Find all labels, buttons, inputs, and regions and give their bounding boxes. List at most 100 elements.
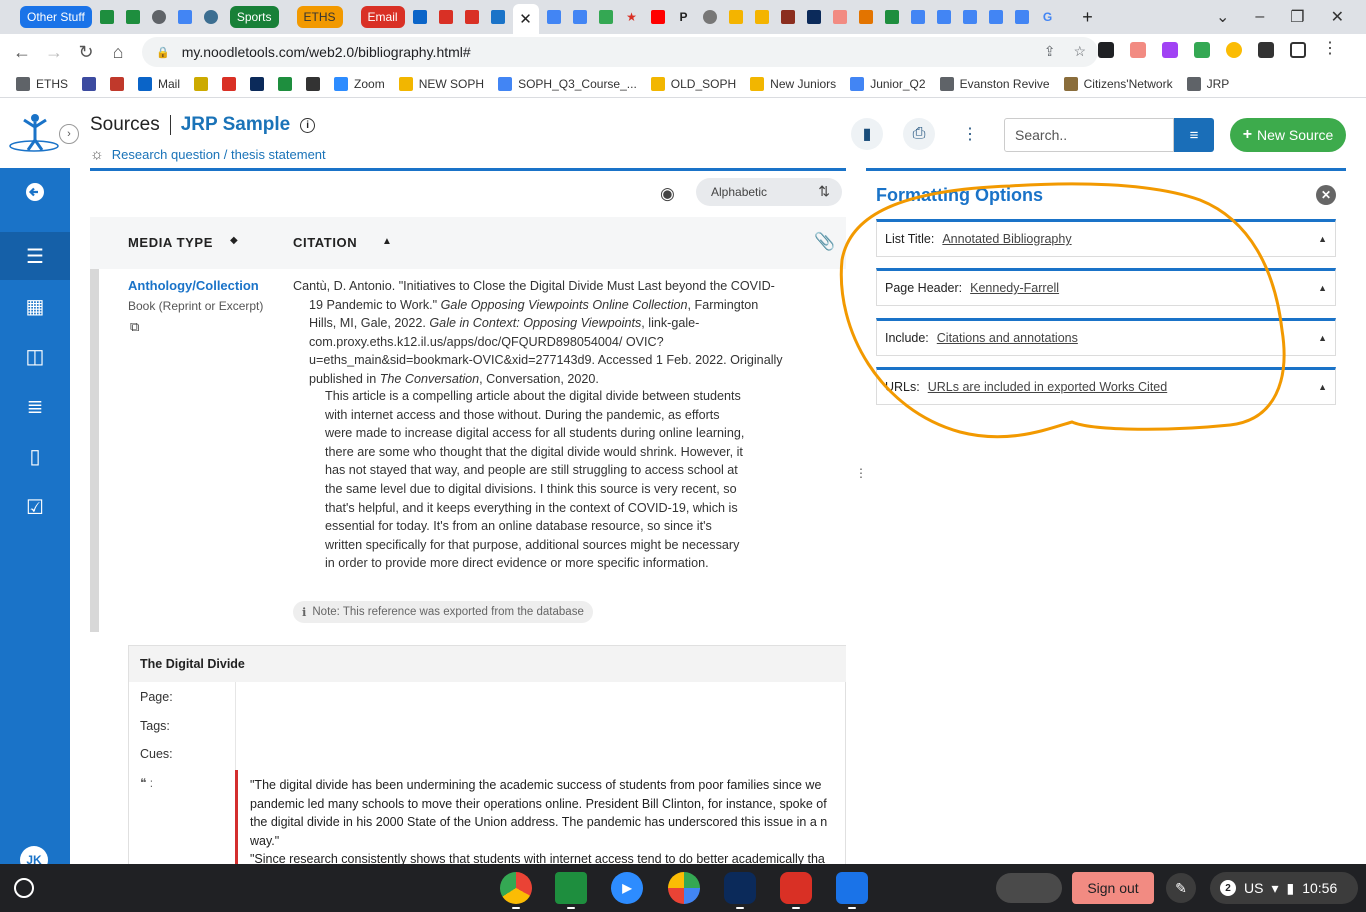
tac-tab-icon[interactable] (803, 6, 825, 28)
puzzle-icon[interactable] (1258, 42, 1274, 58)
tab-group-other-stuff[interactable]: Other Stuff (20, 6, 92, 28)
sort-select[interactable]: Alphabetic ⇅ (696, 178, 842, 206)
restore-icon[interactable]: ❐ (1290, 7, 1304, 27)
media-sort-icon[interactable]: ◆ (230, 235, 238, 246)
star-tab-icon[interactable]: ★ (621, 6, 643, 28)
launcher-icon[interactable] (14, 878, 34, 898)
citation-text[interactable]: Cantù, D. Antonio. "Initiatives to Close… (293, 277, 783, 389)
research-question-label[interactable]: Research question / thesis statement (112, 147, 326, 162)
option-value[interactable]: Kennedy-Farrell (970, 281, 1059, 295)
project-name[interactable]: JRP Sample (181, 114, 290, 136)
bookmark-item[interactable]: NEW SOPH (398, 76, 484, 91)
research-question-link[interactable]: ☼ Research question / thesis statement (90, 146, 326, 163)
docs-tab-icon[interactable] (959, 6, 981, 28)
classroom-icon[interactable] (555, 872, 587, 904)
tab-group-email[interactable]: Email (360, 6, 405, 28)
minimize-icon[interactable]: – (1255, 8, 1264, 26)
home-icon[interactable]: ⌂ (102, 42, 134, 63)
site-tab-icon[interactable] (751, 6, 773, 28)
google-tab-icon[interactable]: G (1037, 6, 1059, 28)
epson-icon[interactable] (724, 872, 756, 904)
site-tab-icon[interactable] (725, 6, 747, 28)
print-icon[interactable]: ⎙ (903, 118, 935, 150)
bookmark-star-icon[interactable]: ☆ (1073, 43, 1086, 60)
back-arrow-icon[interactable] (0, 168, 70, 216)
camera-extension-icon[interactable] (1098, 42, 1114, 58)
checklist-icon[interactable]: ☑ (0, 483, 70, 531)
expand-sidebar-chevron-icon[interactable]: › (59, 124, 79, 144)
reload-icon[interactable]: ↻ (70, 42, 102, 63)
site-tab-icon[interactable] (829, 6, 851, 28)
lock-icon[interactable]: 🔒 (156, 46, 170, 59)
external-link-icon[interactable]: ⧉ (130, 319, 139, 335)
tab-search-icon[interactable]: ⌄ (1216, 7, 1229, 27)
notecard-title[interactable]: The Digital Divide (129, 646, 846, 682)
filter-icon[interactable]: ≡ (1174, 118, 1214, 152)
urls-option[interactable]: URLs: URLs are included in exported Work… (876, 367, 1336, 405)
sort-direction-icon[interactable]: ⇅ (818, 183, 830, 200)
docs-tab-icon[interactable] (1011, 6, 1033, 28)
paperclip-icon[interactable]: 📎 (814, 232, 835, 252)
active-tab-close-icon[interactable]: ✕ (512, 4, 539, 34)
more-options-icon[interactable]: ⋮ (954, 118, 986, 150)
screencast-icon[interactable] (780, 872, 812, 904)
bookmark-item[interactable]: New Juniors (750, 76, 836, 91)
status-tray[interactable]: 2 US ▾ ▮ 10:56 (1210, 872, 1358, 904)
stats-bar-chart-icon[interactable]: ▮ (851, 118, 883, 150)
media-type-header[interactable]: MEDIA TYPE (128, 235, 213, 250)
grammar-extension-icon[interactable] (1194, 42, 1210, 58)
docs-tab-icon[interactable] (907, 6, 929, 28)
play-store-icon[interactable] (668, 872, 700, 904)
tab-group-eths[interactable]: ETHS (296, 6, 343, 28)
new-source-button[interactable]: + New Source (1230, 118, 1346, 152)
bookmark-item[interactable]: Zoom (334, 76, 385, 91)
side-panel-icon[interactable] (1290, 42, 1306, 58)
holding-space-icon[interactable] (996, 873, 1062, 903)
gmail-tab-icon[interactable] (435, 6, 457, 28)
files-icon[interactable] (836, 872, 868, 904)
screencast-extension-icon[interactable] (1130, 42, 1146, 58)
notecards-icon[interactable]: ◫ (0, 332, 70, 380)
site-tab-icon[interactable] (200, 6, 222, 28)
docs-tab-icon[interactable] (543, 6, 565, 28)
caret-up-icon[interactable]: ▲ (1318, 283, 1327, 293)
bookmark-item[interactable]: Citizens'Network (1063, 76, 1173, 91)
close-window-icon[interactable]: ✕ (1331, 7, 1344, 27)
paper-icon[interactable]: ▯ (0, 432, 70, 480)
back-icon[interactable]: ← (6, 42, 38, 63)
p-tab-icon[interactable]: P (673, 6, 695, 28)
gmail-tab-icon[interactable] (461, 6, 483, 28)
info-icon[interactable]: i (300, 117, 316, 133)
sign-out-button[interactable]: Sign out (1072, 872, 1154, 904)
option-value[interactable]: Citations and annotations (937, 331, 1078, 345)
pinwheel-tab-icon[interactable] (595, 6, 617, 28)
rw-extension-icon[interactable] (1162, 42, 1178, 58)
option-value[interactable]: Annotated Bibliography (942, 232, 1071, 246)
share-icon[interactable]: ⇪ (1044, 43, 1056, 60)
source-row[interactable]: Anthology/Collection Book (Reprint or Ex… (90, 269, 846, 632)
site-tab-icon[interactable] (855, 6, 877, 28)
list-title-option[interactable]: List Title: Annotated Bibliography ▲ (876, 219, 1336, 257)
search-input[interactable]: Search.. (1004, 118, 1174, 152)
noodletools-tab-icon[interactable] (487, 6, 509, 28)
bookmark-item[interactable] (222, 76, 237, 91)
outline-list-icon[interactable]: ≣ (0, 382, 70, 430)
drive-tab-icon[interactable] (881, 6, 903, 28)
sources-icon[interactable]: ☰ (0, 232, 70, 280)
page-header-option[interactable]: Page Header: Kennedy-Farrell ▲ (876, 268, 1336, 306)
bookmark-item[interactable]: OLD_SOPH (650, 76, 736, 91)
bookmark-item[interactable] (306, 76, 321, 91)
new-tab-icon[interactable]: + (1077, 6, 1099, 28)
docs-tab-icon[interactable] (933, 6, 955, 28)
bookmark-item[interactable]: SOPH_Q3_Course_... (498, 76, 637, 91)
youtube-tab-icon[interactable] (647, 6, 669, 28)
citation-sort-asc-icon[interactable]: ▲ (382, 236, 392, 247)
hootsuite-tab-icon[interactable] (96, 6, 118, 28)
noodletools-logo-icon[interactable] (8, 110, 64, 154)
forward-icon[interactable]: → (38, 42, 70, 63)
site-tab-icon[interactable] (699, 6, 721, 28)
close-icon[interactable]: ✕ (1316, 185, 1336, 205)
tab-group-sports[interactable]: Sports (229, 6, 279, 28)
outlook-tab-icon[interactable] (409, 6, 431, 28)
bookmark-item[interactable] (110, 76, 125, 91)
